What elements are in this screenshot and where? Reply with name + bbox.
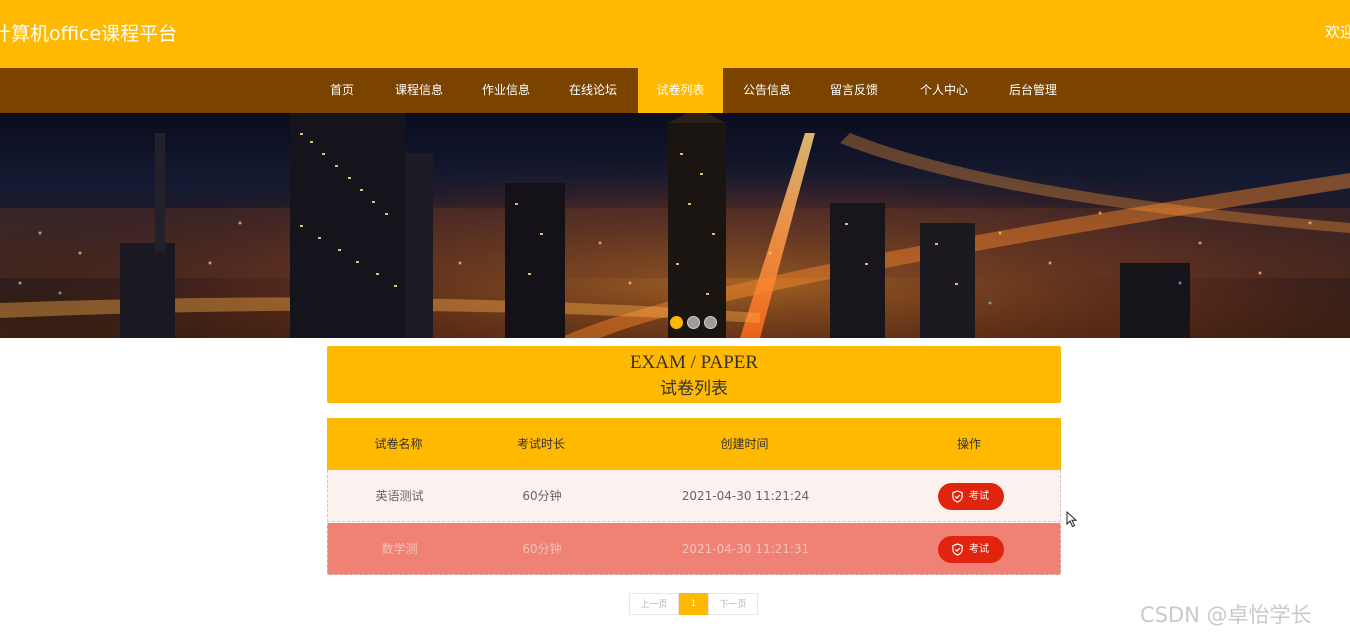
nav-item-forum[interactable]: 在线论坛	[561, 68, 625, 113]
carousel-dot-3[interactable]	[704, 316, 717, 329]
section-title-box: EXAM / PAPER 试卷列表	[327, 346, 1061, 403]
cell-exam-name: 英语测试	[375, 489, 424, 503]
table-row: 数学测 60分钟 2021-04-30 11:21:31 考试	[327, 523, 1061, 575]
nav-item-profile[interactable]: 个人中心	[912, 68, 976, 113]
exam-button[interactable]: 考试	[938, 483, 1004, 510]
banner-city-image	[0, 113, 1350, 338]
shield-check-icon	[952, 490, 963, 503]
col-header-duration: 考试时长	[516, 437, 565, 451]
col-header-action: 操作	[956, 437, 981, 451]
watermark: CSDN @卓怡学长	[1140, 603, 1312, 627]
nav-item-admin[interactable]: 后台管理	[1001, 68, 1065, 113]
prev-page-button[interactable]: 上一页	[629, 593, 679, 615]
col-header-created: 创建时间	[720, 437, 769, 451]
cell-duration: 60分钟	[522, 542, 562, 556]
section-title-en: EXAM / PAPER	[629, 352, 759, 373]
exam-button-label: 考试	[969, 491, 989, 502]
exam-button[interactable]: 考试	[938, 536, 1004, 563]
next-page-button[interactable]: 下一页	[708, 593, 758, 615]
cell-created-time: 2021-04-30 11:21:31	[681, 542, 810, 556]
nav-item-courses[interactable]: 课程信息	[387, 68, 451, 113]
nav-item-home[interactable]: 首页	[318, 68, 366, 113]
exam-button-label: 考试	[969, 544, 989, 555]
banner-carousel	[0, 113, 1350, 338]
welcome-text: 欢迎	[1325, 23, 1350, 41]
section-title-cn: 试卷列表	[660, 379, 728, 399]
mouse-cursor-icon	[1066, 511, 1078, 528]
cell-duration: 60分钟	[522, 489, 562, 503]
nav-item-exam-list[interactable]: 试卷列表	[638, 68, 723, 113]
carousel-dot-1[interactable]	[670, 316, 683, 329]
site-title: 计算机office课程平台	[0, 23, 178, 45]
shield-check-icon	[952, 543, 963, 556]
page-number-current[interactable]: 1	[679, 593, 708, 615]
cell-created-time: 2021-04-30 11:21:24	[681, 489, 810, 503]
cell-exam-name: 数学测	[381, 542, 418, 556]
table-row: 英语测试 60分钟 2021-04-30 11:21:24 考试	[327, 470, 1061, 522]
main-nav: 首页 课程信息 作业信息 在线论坛 试卷列表 公告信息 留言反馈 个人中心 后台…	[0, 68, 1350, 113]
nav-item-feedback[interactable]: 留言反馈	[822, 68, 886, 113]
carousel-dot-2[interactable]	[687, 316, 700, 329]
nav-item-notices[interactable]: 公告信息	[735, 68, 799, 113]
nav-item-homework[interactable]: 作业信息	[474, 68, 538, 113]
table-header: 试卷名称 考试时长 创建时间 操作	[327, 418, 1061, 470]
top-header: 计算机office课程平台 欢迎	[0, 0, 1350, 68]
col-header-name: 试卷名称	[374, 437, 423, 451]
